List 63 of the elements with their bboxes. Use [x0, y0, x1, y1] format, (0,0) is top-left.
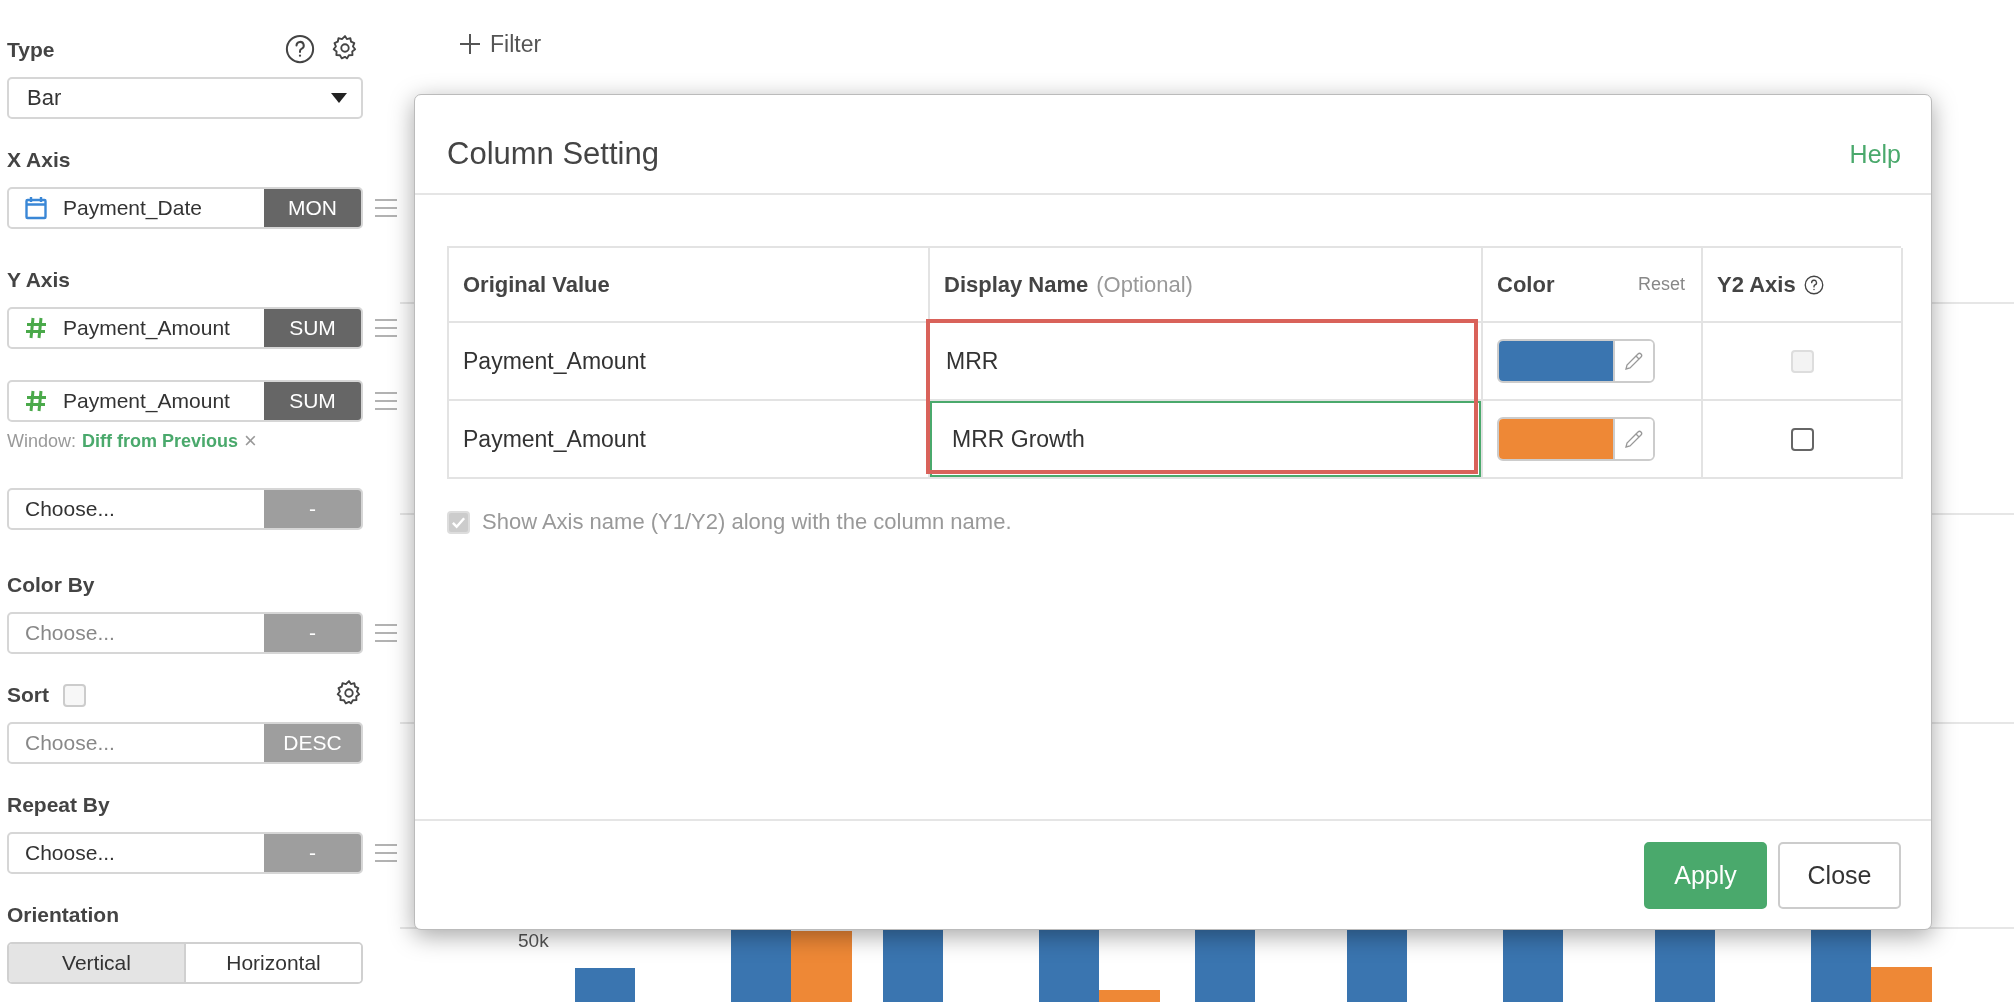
section-label: X Axis [7, 148, 71, 172]
color-picker[interactable] [1497, 339, 1655, 383]
help-icon[interactable] [1803, 274, 1824, 295]
drag-handle-icon[interactable] [375, 198, 397, 218]
column-name: Payment_Amount [9, 309, 264, 347]
add-filter-button[interactable]: Filter [460, 30, 542, 58]
column-picker[interactable]: Choose... - [7, 488, 363, 530]
aggregation-button[interactable]: SUM [264, 309, 361, 347]
settings-icon[interactable] [331, 34, 359, 62]
orientation-toggle[interactable]: Vertical [9, 944, 186, 982]
color-picker[interactable] [1497, 417, 1655, 461]
column-name: Payment_Amount [9, 382, 264, 420]
calendar-icon [25, 196, 47, 220]
column-header: Display Name [944, 271, 1089, 298]
sort-checkbox[interactable] [63, 683, 86, 707]
section-label: Orientation [7, 903, 119, 927]
help-icon[interactable] [285, 34, 315, 64]
column-header: Y2 Axis [1717, 271, 1796, 298]
drag-handle-icon[interactable] [375, 318, 397, 338]
reset-link[interactable]: Reset [1637, 274, 1685, 295]
column-header: Original Value [463, 271, 610, 298]
column-picker[interactable]: Payment_Date MON [7, 187, 363, 229]
checkbox-label: Show Axis name (Y1/Y2) along with the column name. [482, 509, 1012, 535]
drag-handle-icon[interactable] [375, 843, 397, 863]
window-label: Window: [7, 430, 77, 452]
column-picker[interactable]: Payment_Amount SUM [7, 307, 363, 349]
display-name-input[interactable]: MRR Growth [930, 401, 1481, 477]
optional-hint: (Optional) [1096, 271, 1193, 298]
settings-icon[interactable] [335, 679, 363, 707]
table-cell: Payment_Amount [463, 347, 646, 375]
column-header: Color [1497, 271, 1555, 298]
bar [575, 968, 635, 1002]
dialog-title: Column Setting [447, 136, 659, 172]
section-label: Y Axis [7, 268, 71, 292]
column-name: Choose... [24, 840, 116, 866]
section-label: Sort [7, 683, 49, 707]
close-button[interactable]: Close [1778, 841, 1901, 909]
y2-axis-checkbox[interactable] [1790, 427, 1814, 451]
number-icon [25, 317, 47, 339]
number-icon [25, 390, 47, 412]
section-label: Repeat By [7, 793, 110, 817]
drag-handle-icon[interactable] [375, 623, 397, 643]
apply-button[interactable]: Apply [1644, 841, 1767, 909]
axis-tick-label: 50k [518, 930, 549, 952]
column-picker[interactable]: Payment_Amount SUM [7, 380, 363, 422]
window-function-link[interactable]: Diff from Previous [82, 430, 239, 452]
column-placeholder: Choose... [24, 620, 116, 646]
column-picker[interactable]: Choose... - [7, 832, 363, 874]
section-label: Type [7, 38, 55, 62]
column-placeholder: Choose... [24, 730, 116, 756]
chart-type-dropdown[interactable]: Bar [7, 77, 363, 119]
column-picker[interactable]: Choose... DESC [7, 722, 363, 764]
caret-icon [331, 93, 347, 103]
aggregation-button[interactable]: MON [264, 189, 361, 227]
section-label: Color By [7, 573, 95, 597]
help-link[interactable]: Help [1849, 139, 1901, 169]
column-name: Choose... [24, 496, 116, 522]
plus-icon [460, 34, 480, 54]
aggregation-button[interactable]: SUM [264, 382, 361, 420]
column-name: Payment_Date [9, 189, 264, 227]
column-picker[interactable]: Choose... - [7, 612, 363, 654]
table-cell: Payment_Amount [463, 425, 646, 453]
drag-handle-icon[interactable] [375, 391, 397, 411]
